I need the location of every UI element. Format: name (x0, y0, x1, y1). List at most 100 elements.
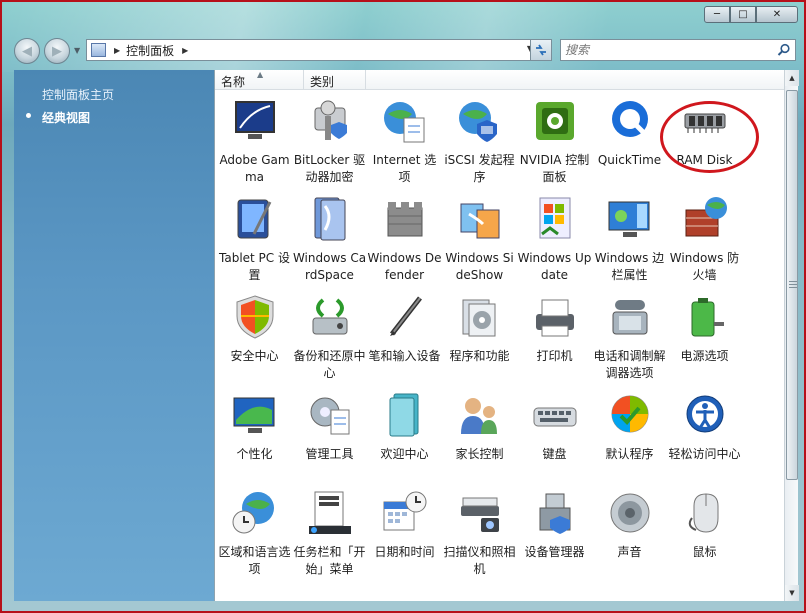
item-label: Windows 防火墙 (669, 251, 740, 282)
control-panel-item[interactable]: Windows CardSpace (292, 190, 367, 288)
item-label: Internet 选项 (372, 153, 437, 184)
control-panel-item[interactable]: QuickTime (592, 92, 667, 190)
refresh-button[interactable] (530, 39, 552, 61)
admin-tools-icon (305, 390, 355, 440)
item-label: 日期和时间 (374, 545, 435, 559)
control-panel-item[interactable]: 家长控制 (442, 386, 517, 484)
control-panel-item[interactable]: 设备管理器 (517, 484, 592, 582)
item-label: BitLocker 驱动器加密 (293, 153, 366, 184)
item-label: 管理工具 (305, 447, 354, 461)
forward-button[interactable]: ▶ (44, 38, 70, 64)
column-header-type[interactable]: 类别 (310, 73, 334, 90)
search-icon[interactable] (777, 43, 791, 57)
breadcrumb-control-panel[interactable]: 控制面板 (126, 42, 174, 59)
column-headers: 名称 ▲ 类别 (215, 70, 785, 90)
control-panel-item[interactable]: 程序和功能 (442, 288, 517, 386)
address-bar[interactable]: ▶ 控制面板 ▶ ▼ (86, 39, 538, 61)
scroll-down-button[interactable]: ▼ (785, 585, 799, 601)
control-panel-item[interactable]: Internet 选项 (367, 92, 442, 190)
control-panel-item[interactable]: Adobe Gamma (217, 92, 292, 190)
control-panel-item[interactable]: Windows 防火墙 (667, 190, 742, 288)
control-panel-item[interactable]: 电源选项 (667, 288, 742, 386)
control-panel-item[interactable]: 默认程序 (592, 386, 667, 484)
item-label: 声音 (617, 545, 642, 559)
maximize-button[interactable]: □ (730, 6, 756, 23)
control-panel-item[interactable]: 安全中心 (217, 288, 292, 386)
monitor-icon (230, 96, 280, 146)
breadcrumb-chevron-icon[interactable]: ▶ (114, 46, 120, 55)
control-panel-item[interactable]: BitLocker 驱动器加密 (292, 92, 367, 190)
control-panel-home-link[interactable]: 控制面板主页 (42, 86, 114, 103)
item-label: 程序和功能 (449, 349, 510, 363)
item-label: 扫描仪和照相机 (443, 545, 516, 576)
control-panel-item[interactable]: NVIDIA 控制面板 (517, 92, 592, 190)
close-button[interactable]: ✕ (756, 6, 798, 23)
sort-ascending-icon: ▲ (257, 70, 264, 79)
caption-buttons: ─ □ ✕ (704, 6, 798, 23)
vertical-scrollbar[interactable]: ▲ ▼ (784, 70, 799, 601)
sidebar-properties-icon (605, 194, 655, 244)
nvidia-icon (530, 96, 580, 146)
security-shield-icon (230, 292, 280, 342)
control-panel-window: ─ □ ✕ ◀ ▶ ▼ ▶ 控制面板 ▶ ▼ 控制面板主页 (0, 0, 806, 613)
item-label: 任务栏和「开始」菜单 (293, 545, 366, 576)
phone-icon (605, 292, 655, 342)
recent-pages-dropdown-icon[interactable]: ▼ (74, 46, 80, 55)
control-panel-item[interactable]: 任务栏和「开始」菜单 (292, 484, 367, 582)
item-label: 设备管理器 (524, 545, 585, 559)
control-panel-icon (91, 43, 106, 57)
item-label: 电话和调制解调器选项 (593, 349, 666, 380)
taskbar-icon (305, 488, 355, 538)
classic-view-link[interactable]: 经典视图 (42, 109, 90, 126)
column-header-name[interactable]: 名称 (221, 73, 245, 90)
control-panel-item[interactable]: Tablet PC 设置 (217, 190, 292, 288)
items-view: 名称 ▲ 类别 Adobe Gamma BitLocker 驱动器加密 Intern… (214, 70, 785, 601)
control-panel-item[interactable]: 个性化 (217, 386, 292, 484)
defender-castle-icon (380, 194, 430, 244)
control-panel-item[interactable]: 欢迎中心 (367, 386, 442, 484)
keyboard-icon (530, 390, 580, 440)
control-panel-item[interactable]: 打印机 (517, 288, 592, 386)
parental-controls-icon (455, 390, 505, 440)
control-panel-item[interactable]: Windows 边栏属性 (592, 190, 667, 288)
item-label: NVIDIA 控制面板 (519, 153, 590, 184)
column-divider[interactable] (365, 70, 366, 90)
welcome-center-icon (380, 390, 430, 440)
control-panel-item[interactable]: 声音 (592, 484, 667, 582)
control-panel-item[interactable]: Windows Update (517, 190, 592, 288)
control-panel-item[interactable]: 电话和调制解调器选项 (592, 288, 667, 386)
control-panel-item[interactable]: 键盘 (517, 386, 592, 484)
mouse-icon (680, 488, 730, 538)
search-input[interactable] (565, 43, 765, 57)
control-panel-item[interactable]: RAM Disk (667, 92, 742, 190)
quicktime-icon (605, 96, 655, 146)
ram-chip-icon (680, 96, 730, 146)
control-panel-items: Adobe Gamma BitLocker 驱动器加密 Internet 选项 iSC… (217, 92, 777, 582)
control-panel-item[interactable]: 备份和还原中心 (292, 288, 367, 386)
search-box[interactable] (560, 39, 796, 61)
item-label: QuickTime (597, 153, 662, 167)
control-panel-item[interactable]: 日期和时间 (367, 484, 442, 582)
item-label: Adobe Gamma (219, 153, 290, 184)
globe-doc-icon (380, 96, 430, 146)
scroll-up-button[interactable]: ▲ (785, 70, 799, 86)
control-panel-item[interactable]: 管理工具 (292, 386, 367, 484)
item-label: iSCSI 发起程序 (444, 153, 515, 184)
control-panel-item[interactable]: Windows SideShow (442, 190, 517, 288)
control-panel-item[interactable]: 轻松访问中心 (667, 386, 742, 484)
speaker-icon (605, 488, 655, 538)
minimize-button[interactable]: ─ (704, 6, 730, 23)
item-label: Windows SideShow (445, 251, 514, 282)
control-panel-item[interactable]: Windows Defender (367, 190, 442, 288)
control-panel-item[interactable]: 扫描仪和照相机 (442, 484, 517, 582)
breadcrumb-chevron-icon[interactable]: ▶ (182, 46, 188, 55)
back-button[interactable]: ◀ (14, 38, 40, 64)
control-panel-item[interactable]: 笔和输入设备 (367, 288, 442, 386)
control-panel-item[interactable]: 鼠标 (667, 484, 742, 582)
column-divider[interactable] (303, 70, 304, 90)
control-panel-item[interactable]: 区域和语言选项 (217, 484, 292, 582)
scroll-thumb[interactable] (786, 90, 798, 480)
control-panel-item[interactable]: iSCSI 发起程序 (442, 92, 517, 190)
backup-icon (305, 292, 355, 342)
tablet-pc-icon (230, 194, 280, 244)
